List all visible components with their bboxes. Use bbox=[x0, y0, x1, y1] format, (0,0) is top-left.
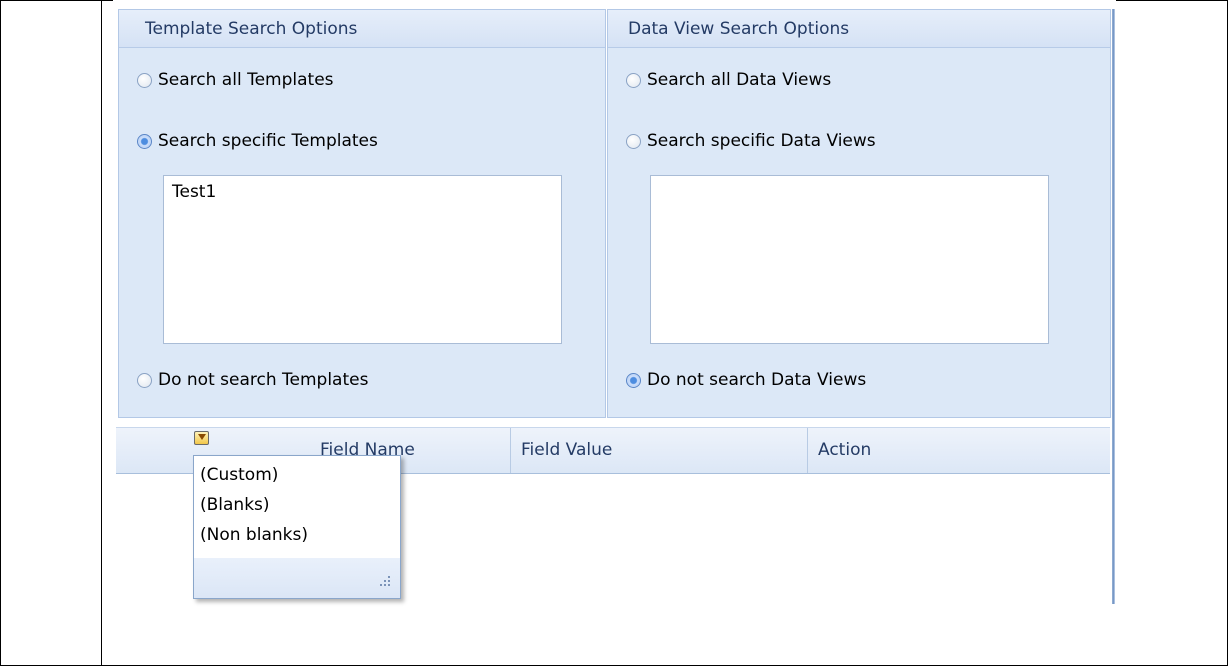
radio-unchecked-icon[interactable] bbox=[626, 72, 641, 88]
do-not-search-dataviews-option[interactable]: Do not search Data Views bbox=[626, 368, 866, 392]
column-header-action[interactable]: Action bbox=[807, 428, 1110, 473]
dataview-panel-header: Data View Search Options bbox=[608, 10, 1110, 48]
filter-option-custom[interactable]: (Custom) bbox=[194, 460, 400, 490]
search-all-templates-option[interactable]: Search all Templates bbox=[137, 68, 334, 92]
radio-checked-icon[interactable] bbox=[626, 372, 641, 388]
template-panel-header: Template Search Options bbox=[119, 10, 605, 48]
filter-option-blanks[interactable]: (Blanks) bbox=[194, 490, 400, 520]
search-specific-dataviews-option[interactable]: Search specific Data Views bbox=[626, 129, 876, 153]
search-specific-templates-label: Search specific Templates bbox=[158, 131, 378, 151]
left-divider bbox=[101, 0, 102, 666]
template-search-options-panel: Template Search Options Search all Templ… bbox=[118, 9, 606, 418]
filter-icon[interactable] bbox=[194, 431, 209, 445]
do-not-search-templates-option[interactable]: Do not search Templates bbox=[137, 368, 368, 392]
search-all-dataviews-label: Search all Data Views bbox=[647, 70, 832, 90]
window-right-border bbox=[1112, 9, 1115, 604]
list-item[interactable]: Test1 bbox=[172, 182, 553, 202]
radio-unchecked-icon[interactable] bbox=[626, 133, 641, 149]
dropdown-footer bbox=[194, 558, 400, 598]
radio-unchecked-icon[interactable] bbox=[137, 72, 152, 88]
specific-dataviews-listbox[interactable] bbox=[650, 175, 1049, 344]
filter-dropdown: (Custom) (Blanks) (Non blanks) bbox=[193, 455, 401, 599]
search-specific-dataviews-label: Search specific Data Views bbox=[647, 131, 876, 151]
resize-grip-icon[interactable] bbox=[376, 576, 390, 590]
search-all-templates-label: Search all Templates bbox=[158, 70, 334, 90]
column-header-field-value[interactable]: Field Value bbox=[510, 428, 807, 473]
search-all-dataviews-option[interactable]: Search all Data Views bbox=[626, 68, 831, 92]
filter-option-non-blanks[interactable]: (Non blanks) bbox=[194, 520, 400, 550]
radio-unchecked-icon[interactable] bbox=[137, 372, 152, 388]
radio-checked-icon[interactable] bbox=[137, 133, 152, 149]
search-specific-templates-option[interactable]: Search specific Templates bbox=[137, 129, 378, 153]
do-not-search-templates-label: Do not search Templates bbox=[158, 370, 369, 390]
specific-templates-listbox[interactable]: Test1 bbox=[163, 175, 562, 344]
do-not-search-dataviews-label: Do not search Data Views bbox=[647, 370, 867, 390]
dataview-search-options-panel: Data View Search Options Search all Data… bbox=[607, 9, 1111, 418]
